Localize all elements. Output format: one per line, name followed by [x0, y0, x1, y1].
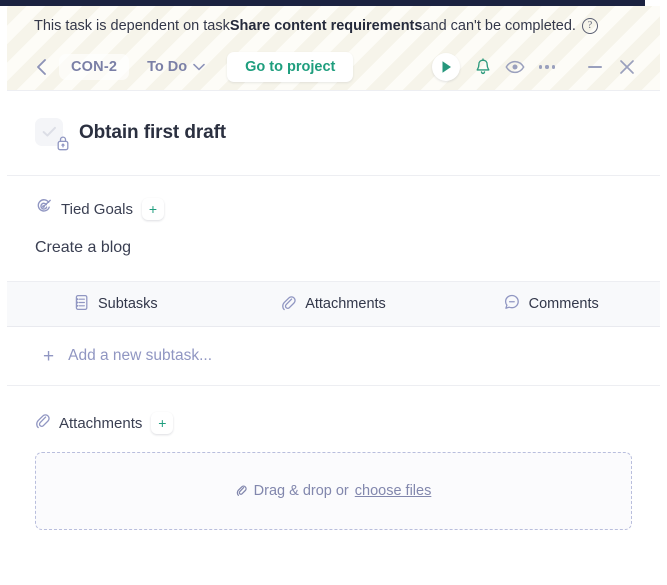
tab-subtasks-label: Subtasks [98, 296, 158, 312]
lock-icon [55, 134, 71, 157]
add-attachment-button[interactable]: + [151, 412, 174, 434]
dependency-banner-text-before: This task is dependent on task [34, 18, 230, 34]
add-subtask-row[interactable]: + Add a new subtask... [7, 327, 660, 386]
chevron-left-icon[interactable] [29, 55, 53, 79]
attachment-dropzone[interactable]: Drag & drop or choose files [35, 452, 632, 530]
paperclip-icon [236, 484, 247, 498]
play-icon [442, 61, 451, 73]
eye-icon [505, 60, 525, 74]
attachments-header: Attachments + [35, 412, 632, 434]
task-key-label: CON-2 [71, 59, 118, 75]
task-toolbar: CON-2 To Do Go to project [7, 46, 660, 88]
tab-comments[interactable]: Comments [442, 282, 660, 326]
detail-tabs: Subtasks Attachments Comments [7, 282, 660, 327]
play-timer-button[interactable] [432, 53, 460, 81]
add-tied-goal-button[interactable]: + [141, 198, 164, 220]
bell-icon [476, 58, 490, 75]
go-to-project-label: Go to project [245, 59, 336, 75]
close-window-button[interactable] [612, 52, 642, 82]
status-dropdown[interactable]: To Do [135, 54, 213, 80]
page-title: Obtain first draft [79, 122, 227, 143]
question-circle-icon[interactable]: ? [581, 18, 598, 34]
comment-bubble-icon [504, 294, 520, 314]
attachments-label: Attachments [59, 414, 143, 432]
task-complete-checkbox-wrap [35, 118, 69, 151]
ellipsis-icon [538, 65, 556, 69]
paperclip-icon [35, 412, 50, 434]
tied-goal-item[interactable]: Create a blog [35, 239, 632, 257]
status-label: To Do [147, 59, 188, 75]
tab-comments-label: Comments [528, 296, 599, 312]
task-key-badge[interactable]: CON-2 [59, 54, 130, 80]
dependency-task-name: Share content requirements [229, 18, 423, 34]
minimize-icon [588, 66, 602, 68]
dependency-banner-text-after: and can't be completed. [422, 18, 576, 34]
tied-goals-header: Tied Goals + [35, 198, 632, 220]
add-subtask-input[interactable]: Add a new subtask... [68, 347, 212, 365]
choose-files-link[interactable]: choose files [355, 483, 432, 499]
tab-attachments[interactable]: Attachments [225, 282, 443, 326]
tab-subtasks[interactable]: Subtasks [7, 282, 225, 326]
dropzone-text: Drag & drop or [253, 483, 349, 499]
task-detail-window: This task is dependent on task Share con… [7, 6, 660, 585]
watch-button[interactable] [500, 52, 530, 82]
more-options-button[interactable] [532, 52, 562, 82]
tied-goals-label: Tied Goals [61, 200, 133, 218]
tied-goals-section: Tied Goals + Create a blog [7, 176, 660, 282]
go-to-project-button[interactable]: Go to project [227, 52, 354, 82]
notifications-button[interactable] [468, 52, 498, 82]
striped-header-region: This task is dependent on task Share con… [7, 6, 660, 91]
chevron-down-icon [193, 63, 205, 71]
tab-attachments-label: Attachments [305, 296, 386, 312]
attachments-section: Attachments + Drag & drop or choose file… [7, 386, 660, 530]
plus-icon: + [43, 345, 55, 367]
close-icon [620, 60, 634, 74]
dependency-banner: This task is dependent on task Share con… [7, 6, 660, 46]
task-title-row: Obtain first draft [7, 91, 660, 176]
subtask-list-icon [74, 294, 89, 315]
paperclip-icon [281, 294, 296, 315]
goal-target-icon [35, 198, 52, 220]
minimize-window-button[interactable] [580, 52, 610, 82]
